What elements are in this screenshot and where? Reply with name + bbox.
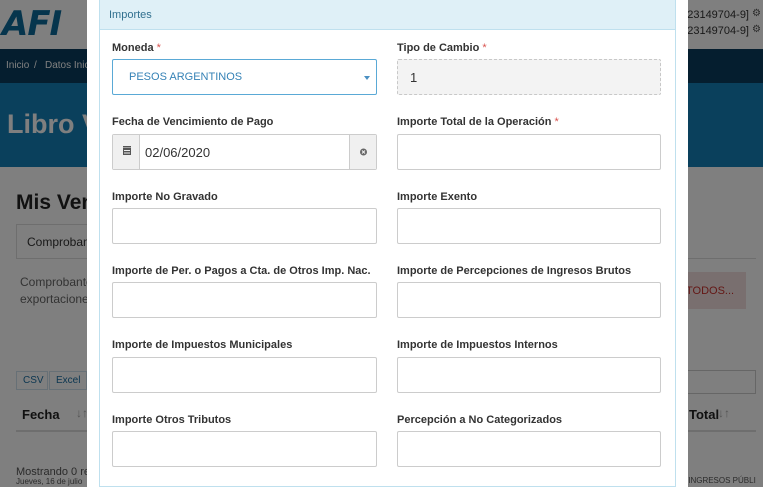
calendar-icon — [123, 146, 131, 155]
exento-label: Importe Exento — [397, 191, 478, 203]
required-marker: * — [156, 42, 161, 54]
percepciones-iibb-label: Importe de Percepciones de Ingresos Brut… — [397, 265, 632, 277]
fecha-vencimiento-label: Fecha de Vencimiento de Pago — [112, 116, 274, 128]
clear-date-addon[interactable] — [349, 135, 376, 169]
modal-dialog: Importes Moneda * PESOS ARGENTINOS Tipo d… — [87, 0, 688, 487]
internos-input[interactable] — [397, 357, 661, 393]
moneda-select[interactable]: PESOS ARGENTINOS — [112, 59, 377, 95]
municipales-label: Importe de Impuestos Municipales — [112, 339, 293, 351]
per-pagos-label: Importe de Per. o Pagos a Cta. de Otros … — [112, 265, 371, 277]
exento-input[interactable] — [397, 208, 661, 244]
internos-label: Importe de Impuestos Internos — [397, 339, 558, 351]
no-categorizados-label: Percepción a No Categorizados — [397, 414, 563, 426]
tipo-cambio-field: 1 — [397, 59, 661, 95]
fecha-vencimiento-value[interactable]: 02/06/2020 — [145, 145, 210, 160]
tipo-cambio-value: 1 — [410, 70, 418, 85]
no-gravado-label: Importe No Gravado — [112, 191, 218, 203]
importe-total-label: Importe Total de la Operación * — [397, 116, 559, 128]
no-gravado-input[interactable] — [112, 208, 377, 244]
tipo-cambio-label: Tipo de Cambio * — [397, 42, 487, 54]
moneda-selected-value: PESOS ARGENTINOS — [129, 71, 243, 83]
required-marker: * — [554, 116, 559, 128]
fecha-vencimiento-input-group[interactable]: 02/06/2020 — [112, 134, 377, 170]
required-marker: * — [482, 42, 487, 54]
otros-tributos-input[interactable] — [112, 431, 377, 467]
municipales-input[interactable] — [112, 357, 377, 393]
otros-tributos-label: Importe Otros Tributos — [112, 414, 232, 426]
importe-total-input[interactable] — [397, 134, 661, 170]
calendar-addon[interactable] — [113, 135, 140, 169]
chevron-down-icon — [364, 76, 370, 80]
panel-title: Importes — [100, 0, 675, 30]
no-categorizados-input[interactable] — [397, 431, 661, 467]
percepciones-iibb-input[interactable] — [397, 282, 661, 318]
per-pagos-input[interactable] — [112, 282, 377, 318]
clear-circle-icon — [360, 148, 367, 156]
moneda-label: Moneda * — [112, 42, 161, 54]
